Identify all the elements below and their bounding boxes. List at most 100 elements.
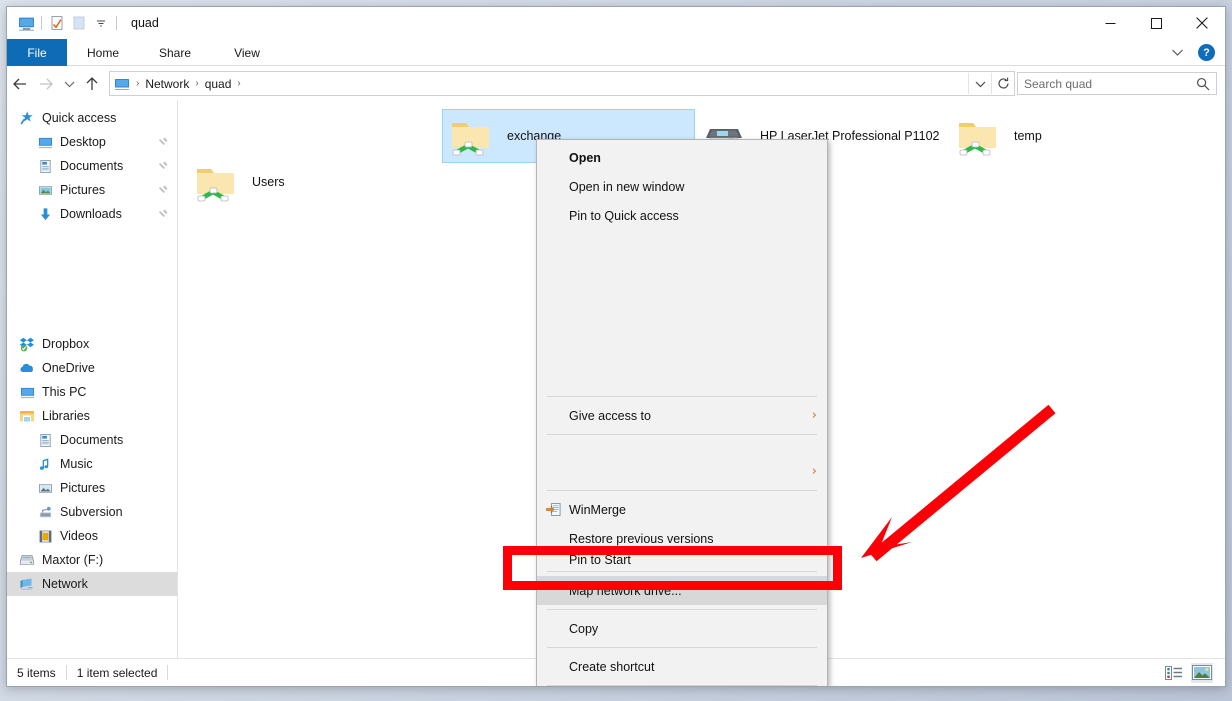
minimize-button[interactable] [1087,7,1133,39]
new-folder-icon[interactable] [68,12,90,34]
menu-item-open[interactable]: Open [537,143,827,172]
this-pc-icon[interactable] [15,12,37,34]
close-button[interactable] [1179,7,1225,39]
pin-icon[interactable] [157,136,169,148]
sidebar-label: Pictures [60,481,106,495]
chevron-down-icon[interactable] [1167,48,1188,57]
pictures-icon [37,182,53,198]
breadcrumb-network[interactable]: Network [141,72,193,95]
breadcrumb-separator-2: › [195,78,199,89]
pictures-icon [37,480,53,496]
sidebar-label: Documents [60,159,124,173]
menu-item-unnamed-submenu[interactable]: › [537,457,827,486]
search-icon[interactable] [1196,77,1210,91]
breadcrumb-root-icon[interactable] [110,72,134,95]
sidebar-label: Maxtor (F:) [42,553,104,567]
network-icon [19,576,35,592]
sidebar-label: This PC [42,385,87,399]
view-buttons [1163,662,1225,683]
sidebar-item-this-pc[interactable]: This PC [7,380,177,404]
sidebar-item-maxtor-drive[interactable]: Maxtor (F:) [7,548,177,572]
customize-chevron-icon[interactable] [90,12,112,34]
menu-spacer [537,230,827,392]
thumbnail-view-icon[interactable] [1191,662,1213,683]
chevron-right-icon: › [811,408,817,423]
help-icon[interactable]: ? [1198,44,1215,61]
menu-item-map-network-drive[interactable]: Map network drive... [537,576,827,605]
libraries-icon [19,408,35,424]
address-bar-row: › Network › quad › Search quad [7,67,1225,101]
item-label: temp [1014,129,1042,143]
breadcrumb-quad[interactable]: quad [201,72,236,95]
sidebar-label: Desktop [60,135,106,149]
sidebar-item-dropbox[interactable]: Dropbox [7,332,177,356]
sidebar-item-videos[interactable]: Videos [7,524,177,548]
sidebar-item-quick-access[interactable]: Quick access [7,106,177,130]
sidebar-item-onedrive[interactable]: OneDrive [7,356,177,380]
menu-separator-3 [547,490,817,491]
address-right-buttons [968,72,1014,95]
pin-icon[interactable] [157,208,169,220]
sidebar-label: Music [60,457,93,471]
pin-icon[interactable] [157,184,169,196]
menu-separator-6 [547,647,817,648]
tab-home[interactable]: Home [67,39,139,66]
menu-item-restore-previous-versions[interactable]: Restore previous versions [537,524,827,553]
menu-item-pin-to-start[interactable]: Pin to Start [537,553,827,567]
tab-share[interactable]: Share [139,39,211,66]
refresh-icon[interactable] [991,73,1014,94]
title-bar: quad [7,7,1225,39]
up-button[interactable] [79,71,105,97]
qat-divider [41,16,42,30]
sidebar-item-downloads[interactable]: Downloads [7,202,177,226]
status-item-count: 5 items [17,665,56,680]
recent-locations-icon[interactable] [59,71,79,97]
item-temp[interactable]: temp [950,109,1203,163]
tab-file[interactable]: File [7,39,67,66]
chevron-right-icon: › [811,464,817,479]
menu-item-copy[interactable]: Copy [537,614,827,643]
item-users[interactable]: Users [188,155,438,209]
details-view-icon[interactable] [1163,663,1185,683]
sidebar-item-pictures[interactable]: Pictures [7,178,177,202]
documents-icon [37,432,53,448]
sidebar-label: Dropbox [42,337,90,351]
ribbon-tab-bar: File Home Share View ? [7,39,1225,66]
menu-separator-7 [547,685,817,686]
sidebar-item-music[interactable]: Music [7,452,177,476]
quick-access-star-icon [19,110,35,126]
menu-item-give-access-to[interactable]: Give access to › [537,401,827,430]
navigation-pane[interactable]: Quick access Desktop Documents Pictures … [7,100,178,660]
forward-button[interactable] [33,71,59,97]
menu-item-winmerge[interactable]: WinMerge [537,495,827,524]
properties-icon[interactable] [46,12,68,34]
pin-icon[interactable] [157,160,169,172]
sidebar-label: Network [42,577,88,591]
subversion-icon [37,504,53,520]
tab-view[interactable]: View [211,39,283,66]
menu-item-create-shortcut[interactable]: Create shortcut [537,652,827,681]
address-dropdown-icon[interactable] [968,73,991,94]
sidebar-item-lib-documents[interactable]: Documents [7,428,177,452]
sidebar-item-lib-pictures[interactable]: Pictures [7,476,177,500]
onedrive-cloud-icon [19,360,35,376]
sidebar-label: Libraries [42,409,90,423]
menu-spacer-2 [537,439,827,457]
downloads-icon [37,206,53,222]
maximize-button[interactable] [1133,7,1179,39]
sidebar-item-libraries[interactable]: Libraries [7,404,177,428]
documents-icon [37,158,53,174]
sidebar-item-subversion[interactable]: Subversion [7,500,177,524]
shared-folder-icon [192,158,240,206]
back-button[interactable] [7,71,33,97]
sidebar-item-documents[interactable]: Documents [7,154,177,178]
menu-item-pin-quick-access[interactable]: Pin to Quick access [537,201,827,230]
sidebar-item-network[interactable]: Network [7,572,177,596]
sidebar-label: Subversion [60,505,123,519]
menu-item-open-new-window[interactable]: Open in new window [537,172,827,201]
sidebar-item-desktop[interactable]: Desktop [7,130,177,154]
context-menu[interactable]: Open Open in new window Pin to Quick acc… [536,139,828,686]
search-input[interactable]: Search quad [1017,72,1217,95]
address-input[interactable]: › Network › quad › [109,71,1015,96]
